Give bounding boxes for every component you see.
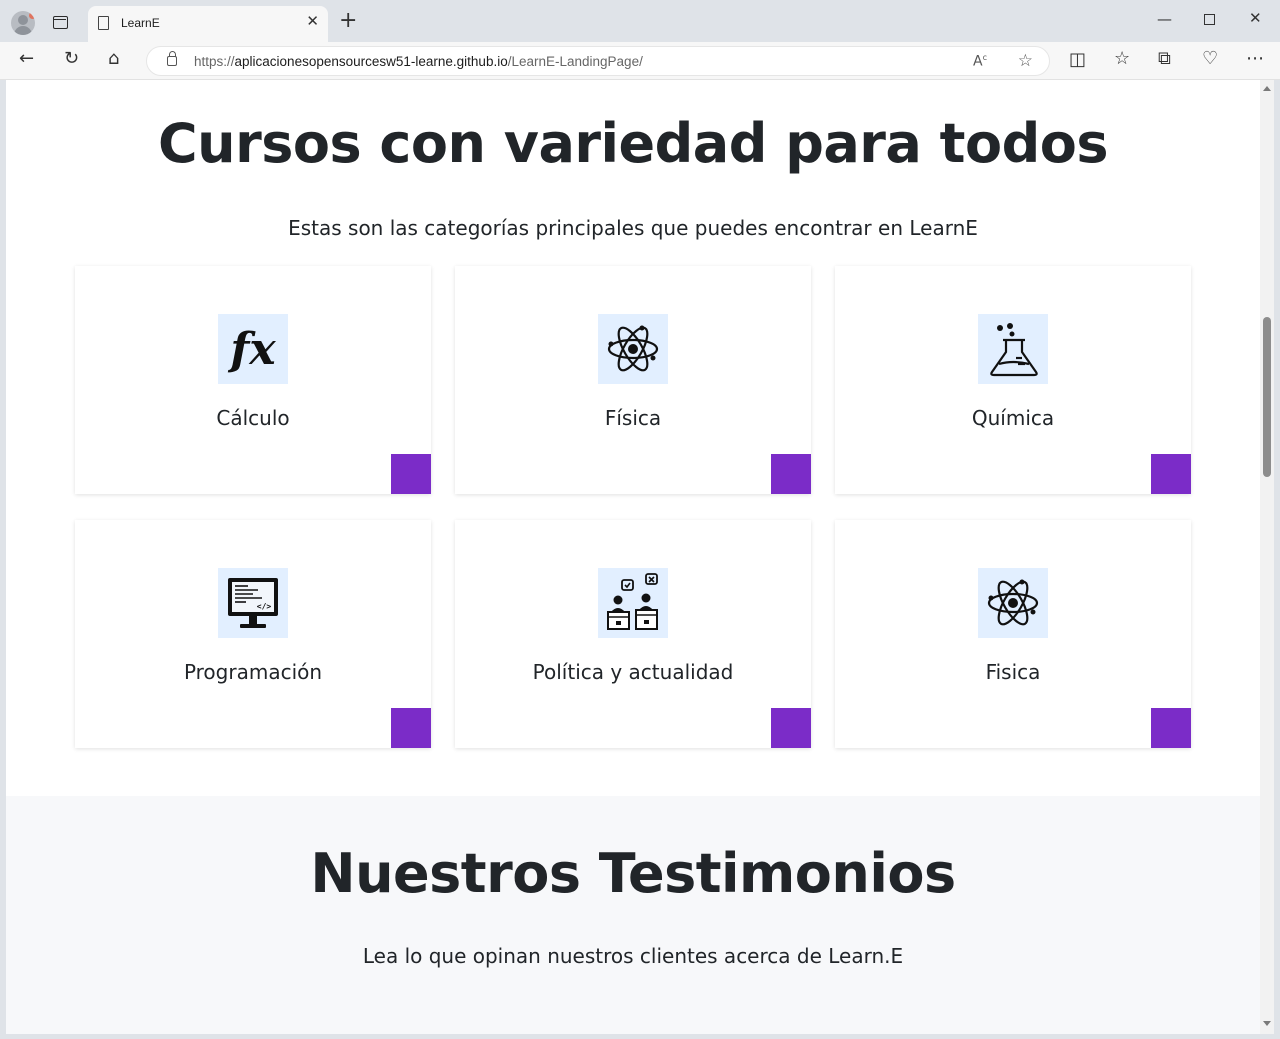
computer-code-icon: </> — [218, 568, 288, 638]
card-accent-corner — [391, 454, 431, 494]
course-card-label: Química — [971, 406, 1055, 430]
browser-title-bar: LearnE ✕ + — ✕ — [0, 0, 1280, 42]
url-text[interactable]: https://aplicacionesopensourcesw51-learn… — [194, 54, 643, 69]
testimonials-section: Nuestros Testimonios Lea lo que opinan n… — [6, 796, 1260, 1034]
minimize-icon[interactable]: — — [1157, 12, 1172, 27]
function-fx-icon: fx — [218, 314, 288, 384]
flask-icon — [978, 314, 1048, 384]
browser-essentials-icon[interactable]: ♡ — [1202, 50, 1218, 68]
courses-title: Cursos con variedad para todos — [158, 112, 1108, 175]
favorite-star-icon[interactable]: ☆ — [1018, 51, 1033, 71]
debate-podium-icon — [598, 568, 668, 638]
scroll-up-arrow-icon[interactable] — [1263, 86, 1271, 91]
course-card-programacion[interactable]: </> Programación — [75, 520, 431, 748]
course-card-label: Cálculo — [216, 406, 290, 430]
atom-icon — [598, 314, 668, 384]
tab-actions-icon[interactable] — [53, 16, 68, 29]
course-card-label: Política y actualidad — [532, 660, 734, 684]
refresh-icon[interactable]: ↻ — [64, 50, 79, 68]
close-window-icon[interactable]: ✕ — [1249, 11, 1262, 26]
card-accent-corner — [1151, 708, 1191, 748]
course-card-fisica-2[interactable]: Fisica — [835, 520, 1191, 748]
course-card-quimica[interactable]: Química — [835, 266, 1191, 494]
browser-tab[interactable]: LearnE ✕ — [88, 6, 328, 42]
card-accent-corner — [771, 708, 811, 748]
page-viewport: Cursos con variedad para todos Estas son… — [6, 80, 1260, 1034]
tab-title: LearnE — [121, 16, 160, 30]
page-scrollbar[interactable] — [1260, 80, 1274, 1034]
testimonials-title: Nuestros Testimonios — [310, 842, 956, 905]
close-tab-icon[interactable]: ✕ — [306, 14, 319, 29]
back-icon[interactable]: ← — [19, 50, 34, 68]
course-card-calculo[interactable]: fx Cálculo — [75, 266, 431, 494]
lock-icon[interactable] — [167, 51, 177, 66]
split-screen-icon[interactable]: ◫ — [1069, 51, 1086, 69]
svg-text:</>: </> — [257, 602, 272, 611]
home-icon[interactable]: ⌂ — [108, 50, 119, 68]
browser-toolbar: ← ↻ ⌂ https://aplicacionesopensourcesw51… — [0, 42, 1280, 80]
course-card-label: Programación — [183, 660, 323, 684]
scrollbar-thumb[interactable] — [1263, 317, 1271, 477]
testimonials-subtitle: Lea lo que opinan nuestros clientes acer… — [362, 944, 904, 968]
more-menu-icon[interactable]: ⋯ — [1246, 50, 1264, 68]
course-card-fisica[interactable]: Física — [455, 266, 811, 494]
window-frame-bottom — [0, 1034, 1280, 1039]
course-card-label: Fisica — [985, 660, 1041, 684]
new-tab-icon[interactable]: + — [339, 10, 357, 32]
window-frame-right — [1274, 80, 1280, 1039]
favorites-icon[interactable]: ☆ — [1114, 50, 1130, 68]
window-frame-left — [0, 80, 6, 1039]
collections-icon[interactable]: ⧉ — [1158, 50, 1171, 68]
maximize-icon[interactable] — [1204, 14, 1215, 25]
read-aloud-icon[interactable]: Aⅽ — [973, 53, 987, 70]
courses-subtitle: Estas son las categorías principales que… — [288, 216, 978, 240]
card-accent-corner — [771, 454, 811, 494]
atom-icon — [978, 568, 1048, 638]
address-bar[interactable]: https://aplicacionesopensourcesw51-learn… — [146, 46, 1050, 76]
page-icon — [98, 16, 109, 30]
card-accent-corner — [1151, 454, 1191, 494]
course-card-politica[interactable]: Política y actualidad — [455, 520, 811, 748]
profile-avatar[interactable] — [11, 11, 35, 35]
scroll-down-arrow-icon[interactable] — [1263, 1021, 1271, 1026]
course-card-label: Física — [604, 406, 662, 430]
svg-text:fx: fx — [227, 324, 276, 375]
card-accent-corner — [391, 708, 431, 748]
